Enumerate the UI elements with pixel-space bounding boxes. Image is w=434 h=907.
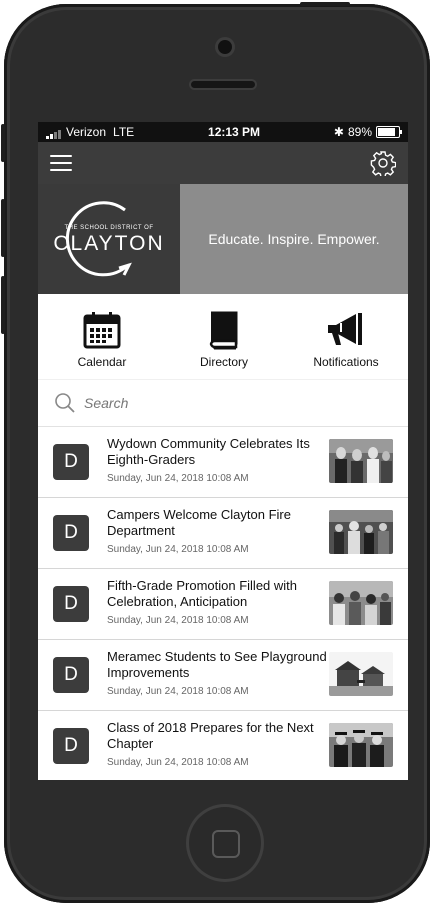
news-date: Sunday, Jun 24, 2018 10:08 AM xyxy=(107,473,249,484)
bluetooth-icon: ✱ xyxy=(333,125,344,139)
news-thumbnail xyxy=(329,510,393,554)
source-avatar: D xyxy=(53,728,89,764)
front-camera xyxy=(218,40,232,54)
notifications-link[interactable]: Notifications xyxy=(286,294,406,379)
clock: 12:13 PM xyxy=(208,125,261,139)
news-date: Sunday, Jun 24, 2018 10:08 AM xyxy=(107,757,249,768)
news-item[interactable]: D Wydown Community Celebrates Its Eighth… xyxy=(38,427,408,498)
top-navigation-bar xyxy=(38,142,408,184)
search-bar xyxy=(38,380,408,427)
network-type: LTE xyxy=(113,125,135,139)
source-avatar: D xyxy=(53,444,89,480)
news-title: Meramec Students to See Playground Impro… xyxy=(107,649,327,680)
source-avatar: D xyxy=(53,586,89,622)
notifications-label: Notifications xyxy=(313,355,379,369)
book-icon xyxy=(209,311,238,350)
news-list: D Wydown Community Celebrates Its Eighth… xyxy=(38,427,408,780)
news-item[interactable]: D Class of 2018 Prepares for the Next Ch… xyxy=(38,711,408,780)
app-screen: Verizon LTE 12:13 PM ✱ 89% THE SCHOOL DI… xyxy=(38,122,408,780)
source-avatar: D xyxy=(53,657,89,693)
logo-subtitle: THE SCHOOL DISTRICT OF xyxy=(64,225,154,231)
volume-down-button xyxy=(1,276,5,334)
carrier-name: Verizon xyxy=(66,125,107,139)
news-item[interactable]: D Meramec Students to See Playground Imp… xyxy=(38,640,408,711)
earpiece-speaker xyxy=(191,81,255,88)
news-thumbnail xyxy=(329,581,393,625)
calendar-icon xyxy=(83,312,121,349)
power-button xyxy=(300,2,350,6)
megaphone-icon xyxy=(328,313,362,345)
signal-icon xyxy=(46,125,62,139)
directory-link[interactable]: Directory xyxy=(164,294,284,379)
news-title: Fifth-Grade Promotion Filled with Celebr… xyxy=(107,578,298,609)
status-bar: Verizon LTE 12:13 PM ✱ 89% xyxy=(38,122,408,142)
news-thumbnail xyxy=(329,652,393,696)
news-item[interactable]: D Fifth-Grade Promotion Filled with Cele… xyxy=(38,569,408,640)
directory-label: Directory xyxy=(199,355,248,369)
battery-icon xyxy=(376,126,402,138)
search-icon xyxy=(55,393,75,413)
news-title: Wydown Community Celebrates Its Eighth-G… xyxy=(107,436,310,467)
district-banner: THE SCHOOL DISTRICT OF CLAYTON Educate. … xyxy=(38,184,408,294)
clayton-logo: THE SCHOOL DISTRICT OF CLAYTON xyxy=(38,184,180,294)
search-input[interactable] xyxy=(82,394,336,412)
news-date: Sunday, Jun 24, 2018 10:08 AM xyxy=(107,544,249,555)
gear-icon[interactable] xyxy=(370,150,396,176)
news-thumbnail xyxy=(329,723,393,767)
news-date: Sunday, Jun 24, 2018 10:08 AM xyxy=(107,686,249,697)
home-square-icon xyxy=(212,830,240,858)
tagline: Educate. Inspire. Empower. xyxy=(180,184,408,294)
calendar-label: Calendar xyxy=(77,355,127,369)
hamburger-icon[interactable] xyxy=(50,155,72,171)
volume-up-button xyxy=(1,199,5,257)
mute-switch xyxy=(1,124,5,162)
source-avatar: D xyxy=(53,515,89,551)
news-item[interactable]: D Campers Welcome Clayton Fire Departmen… xyxy=(38,498,408,569)
calendar-link[interactable]: Calendar xyxy=(42,294,162,379)
logo-title: CLAYTON xyxy=(53,232,165,255)
battery-percent: 89% xyxy=(347,125,372,139)
news-title: Campers Welcome Clayton Fire Department xyxy=(107,507,291,538)
quick-links: Calendar Directory Notifications xyxy=(38,294,408,380)
news-thumbnail xyxy=(329,439,393,483)
home-button[interactable] xyxy=(189,807,261,879)
news-title: Class of 2018 Prepares for the Next Chap… xyxy=(107,720,314,751)
news-date: Sunday, Jun 24, 2018 10:08 AM xyxy=(107,615,249,626)
